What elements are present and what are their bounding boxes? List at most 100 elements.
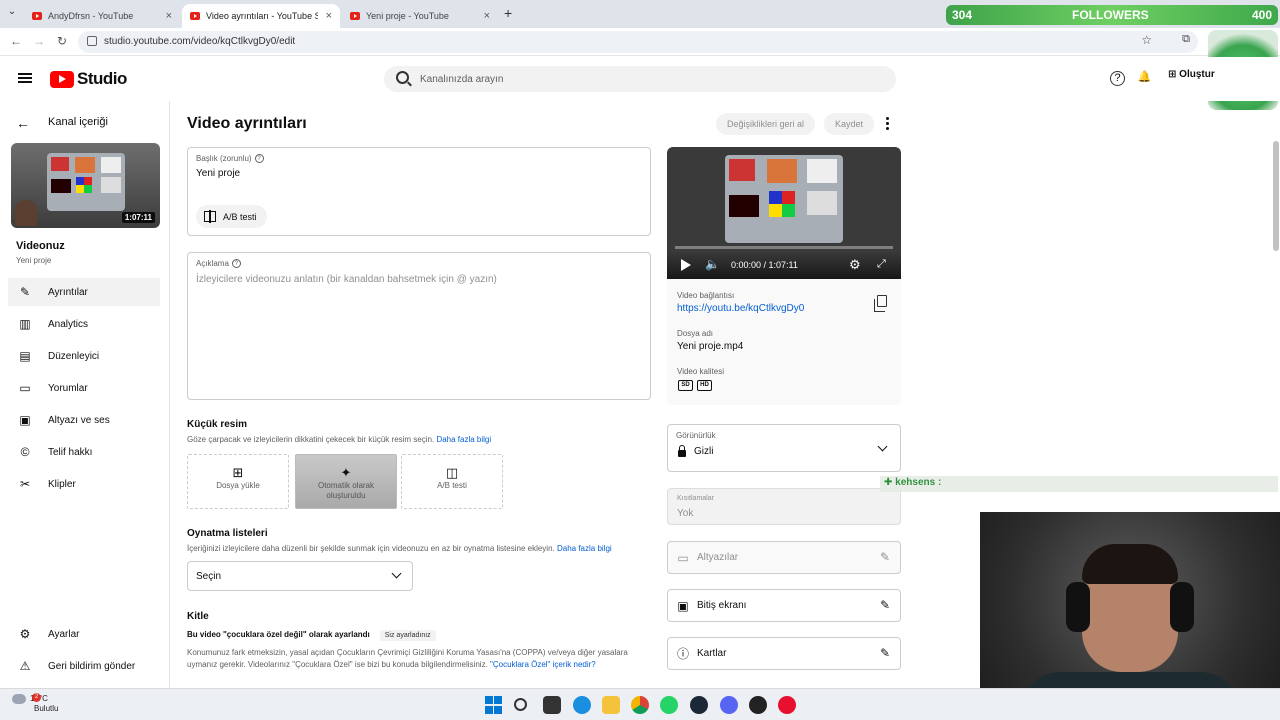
video-thumbnail[interactable]: 1:07:11 <box>11 143 160 228</box>
fullscreen-icon[interactable]: ⤢ <box>877 258 886 271</box>
title-field[interactable]: Başlık (zorunlu)? Yeni proje A/B testi <box>187 147 651 236</box>
tab-list-chevron-icon[interactable]: ⌄ <box>4 6 20 22</box>
playlist-select[interactable]: Seçin <box>187 561 413 591</box>
volume-muted-icon[interactable]: 🔈 <box>705 257 720 271</box>
upload-file-card[interactable]: ⊞ Dosya yükle <box>187 454 289 509</box>
close-tab-icon[interactable]: × <box>326 10 332 22</box>
bookmark-star-icon[interactable]: ☆ <box>1141 33 1152 47</box>
subtitles-icon: ▣ <box>19 413 31 427</box>
video-link[interactable]: https://youtu.be/kqCtlkvgDy0 <box>677 303 804 314</box>
pencil-icon[interactable]: ✎ <box>880 646 890 660</box>
comments-icon: ▭ <box>19 381 31 395</box>
nav-analytics[interactable]: ▥ Analytics <box>8 310 160 338</box>
youtube-logo-icon <box>50 70 74 88</box>
learn-more-link[interactable]: Daha fazla bilgi <box>436 435 491 444</box>
end-screen-option[interactable]: ▣ Bitiş ekranı ✎ <box>667 589 901 622</box>
obs-icon[interactable] <box>749 696 767 714</box>
subtitles-option[interactable]: ▭ Altyazılar ✎ <box>667 541 901 574</box>
sd-badge: SD <box>678 380 693 391</box>
discord-icon[interactable] <box>720 696 738 714</box>
youtube-favicon-icon <box>32 12 42 20</box>
thumbnail-image <box>47 153 125 211</box>
nav-settings[interactable]: ⚙ Ayarlar <box>8 620 160 648</box>
set-by-you-chip: Siz ayarladınız <box>379 630 436 641</box>
forward-arrow-icon[interactable]: → <box>33 34 45 48</box>
lock-icon <box>678 444 686 457</box>
pencil-icon[interactable]: ✎ <box>880 550 890 564</box>
studio-header: Studio ? 🔔 ⊞ Oluştur <box>0 57 1280 101</box>
progress-bar[interactable] <box>675 246 893 249</box>
nav-clips[interactable]: ✂ Klipler <box>8 470 160 498</box>
edge-icon[interactable] <box>573 696 591 714</box>
search-icon[interactable] <box>514 698 527 711</box>
browser-tab[interactable]: AndyDfrsn - YouTube × <box>24 4 180 28</box>
visibility-select[interactable]: Görünürlük Gizli <box>667 424 901 472</box>
nav-comments[interactable]: ▭ Yorumlar <box>8 374 160 402</box>
cards-option[interactable]: ⓘ Kartlar ✎ <box>667 637 901 670</box>
close-tab-icon[interactable]: × <box>484 10 490 22</box>
back-arrow-icon[interactable]: ← <box>10 34 22 48</box>
create-button[interactable]: ⊞ Oluştur <box>1168 69 1215 80</box>
sparkle-icon: ✦ <box>340 465 352 480</box>
pencil-icon[interactable]: ✎ <box>880 598 890 612</box>
bell-icon[interactable]: 🔔 <box>1137 71 1152 86</box>
title-value[interactable]: Yeni proje <box>196 168 240 179</box>
help-icon[interactable]: ? <box>1110 71 1125 86</box>
task-view-icon[interactable] <box>543 696 561 714</box>
nav-editor[interactable]: ▤ Düzenleyici <box>8 342 160 370</box>
save-button[interactable]: Kaydet <box>824 113 875 135</box>
learn-more-link[interactable]: Daha fazla bilgi <box>557 544 612 553</box>
made-for-kids-link[interactable]: "Çocuklara Özel" içerik nedir? <box>490 660 596 669</box>
streamer-mini-image <box>15 200 37 226</box>
close-tab-icon[interactable]: × <box>166 10 172 22</box>
reload-icon[interactable]: ↻ <box>57 34 67 48</box>
thumbnail-ab-card[interactable]: ◫ A/B testi <box>401 454 503 509</box>
nav-details[interactable]: ✎ Ayrıntılar <box>8 278 160 306</box>
whatsapp-icon[interactable] <box>660 696 678 714</box>
url-field[interactable]: studio.youtube.com/video/kqCtlkvgDy0/edi… <box>78 31 1198 53</box>
page-title: Video ayrıntıları <box>187 115 307 132</box>
ab-test-button[interactable]: A/B testi <box>196 205 267 228</box>
channel-search <box>384 66 896 92</box>
steam-icon[interactable] <box>690 696 708 714</box>
new-tab-button[interactable]: + <box>504 5 512 21</box>
notification-badge: 2 <box>32 693 41 702</box>
help-icon[interactable]: ? <box>231 259 241 269</box>
studio-logo[interactable]: Studio <box>50 69 127 89</box>
app-icon[interactable] <box>778 696 796 714</box>
weather-widget[interactable]: 2 12°C Bulutlu <box>12 693 58 714</box>
copy-icon[interactable] <box>874 295 887 312</box>
duration-badge: 1:07:11 <box>121 212 155 223</box>
description-field[interactable]: Açıklama? İzleyicilere videonuzu anlatın… <box>187 252 651 400</box>
browser-tab-active[interactable]: Video ayrıntıları - YouTube Studio × <box>182 4 340 28</box>
auto-generated-card[interactable]: ✦ Otomatik olarak oluşturuldu <box>295 454 397 509</box>
thumbnail-section-title: Küçük resim <box>187 419 248 430</box>
page-scrollbar[interactable] <box>1272 101 1280 461</box>
video-player[interactable]: 🔈 0:00:00 / 1:07:11 ⚙ ⤢ <box>667 147 901 279</box>
nav-copyright[interactable]: © Telif hakkı <box>8 438 160 466</box>
search-input[interactable] <box>420 70 880 88</box>
hd-badge: HD <box>697 380 712 391</box>
site-info-icon[interactable] <box>87 36 97 46</box>
browser-tab-bar: ⌄ AndyDfrsn - YouTube × Video ayrıntılar… <box>0 0 1280 28</box>
extensions-icon[interactable]: ⧉ <box>1182 33 1190 46</box>
nav-feedback[interactable]: ⚠ Geri bildirim gönder <box>8 652 160 680</box>
settings-gear-icon[interactable]: ⚙ <box>849 257 861 273</box>
play-icon[interactable] <box>681 259 691 271</box>
search-icon[interactable] <box>396 71 409 84</box>
description-placeholder[interactable]: İzleyicilere videonuzu anlatın (bir kana… <box>196 274 497 285</box>
browser-tab[interactable]: Yeni proje - YouTube × <box>342 4 498 28</box>
chrome-icon[interactable] <box>631 696 649 714</box>
channel-content-link[interactable]: Kanal içeriği <box>48 116 108 128</box>
menu-icon[interactable] <box>18 73 32 83</box>
windows-start-icon[interactable] <box>485 696 503 714</box>
file-explorer-icon[interactable] <box>602 696 620 714</box>
back-arrow-icon[interactable]: ← <box>16 115 30 131</box>
more-options-icon[interactable] <box>886 117 889 130</box>
player-controls: 🔈 0:00:00 / 1:07:11 ⚙ ⤢ <box>667 251 901 279</box>
nav-subtitles[interactable]: ▣ Altyazı ve ses <box>8 406 160 434</box>
gear-icon: ⚙ <box>19 627 31 641</box>
undo-changes-button[interactable]: Değişiklikleri geri al <box>716 113 816 135</box>
video-info-card: Video bağlantısı https://youtu.be/kqCtlk… <box>667 279 901 405</box>
help-icon[interactable]: ? <box>254 154 264 164</box>
